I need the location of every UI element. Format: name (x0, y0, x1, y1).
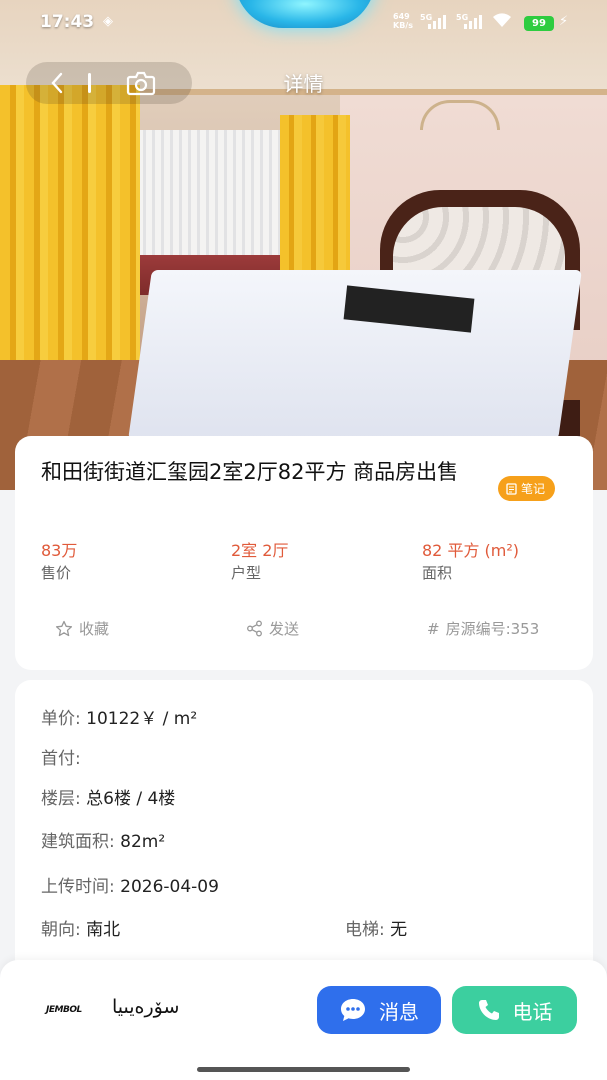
stat-area-label: 面积 (422, 564, 453, 582)
agency-logo: JEMBOL (46, 1005, 82, 1015)
message-button[interactable]: 消息 (317, 986, 441, 1034)
chat-bubble-icon (341, 999, 365, 1021)
status-time: 17:43 (40, 12, 95, 32)
charging-icon: ⚡ (559, 14, 569, 29)
favorite-label: 收藏 (79, 620, 110, 638)
detail-orientation: 朝向: 南北 (41, 915, 120, 940)
battery-icon: 99 (524, 16, 554, 31)
stat-area-value: 82 平方 (m²) (422, 541, 520, 560)
note-icon (506, 482, 517, 495)
detail-down-payment: 首付: (41, 744, 81, 769)
detail-unit-price: 单价: 10122￥ / m² (41, 704, 197, 729)
detail-upload-value: 2026-04-09 (120, 877, 219, 897)
detail-area-label: 建筑面积: (41, 832, 115, 852)
stat-layout-value: 2室 2厅 (231, 541, 289, 560)
share-icon (247, 620, 262, 637)
stat-price: 83万 售价 (41, 540, 77, 584)
call-button[interactable]: 电话 (452, 986, 577, 1034)
share-label: 发送 (269, 620, 300, 638)
stat-price-value: 83万 (41, 541, 78, 560)
stat-layout: 2室 2厅 户型 (231, 540, 288, 584)
net-speed-unit: KB/s (393, 21, 413, 30)
agency-name: سۆرەيىيا (112, 996, 180, 1018)
stat-price-label: 售价 (41, 564, 72, 582)
listing-title: 和田街街道汇玺园2室2厅82平方 商品房出售 (41, 460, 459, 484)
detail-elevator: 电梯: 无 (345, 915, 407, 940)
detail-floor-value: 总6楼 / 4楼 (86, 789, 176, 809)
listing-summary-card: 和田街街道汇玺园2室2厅82平方 商品房出售 笔记 83万 售价 2室 2厅 户… (15, 436, 593, 670)
hash-icon: # (427, 619, 440, 638)
detail-area: 建筑面积: 82m² (41, 827, 165, 852)
note-badge[interactable]: 笔记 (498, 476, 556, 501)
detail-area-value: 82m² (120, 832, 166, 852)
call-button-label: 电话 (512, 999, 553, 1024)
signal-1-icon (428, 15, 446, 29)
detail-elevator-label: 电梯: (345, 920, 385, 940)
detail-orientation-label: 朝向: (41, 920, 81, 940)
app-indicator-icon: ◈ (103, 14, 113, 29)
listing-id-value: 353 (510, 620, 540, 638)
page-title: 详情 (283, 72, 324, 96)
message-button-label: 消息 (379, 999, 419, 1024)
stat-layout-label: 户型 (231, 564, 262, 582)
favorite-button[interactable]: 收藏 (55, 618, 109, 639)
detail-floor-label: 楼层: (41, 789, 81, 809)
bottom-action-bar: JEMBOL سۆرەيىيا 消息 电话 (0, 960, 607, 1080)
listing-id-label: 房源编号: (445, 620, 511, 638)
note-badge-label: 笔记 (521, 482, 546, 496)
detail-floor: 楼层: 总6楼 / 4楼 (41, 784, 175, 809)
signal-2-icon (464, 15, 482, 29)
detail-unit-price-label: 单价: (41, 709, 81, 729)
star-icon (55, 620, 73, 636)
detail-elevator-value: 无 (390, 920, 408, 940)
detail-upload-time: 上传时间: 2026-04-09 (41, 872, 219, 897)
listing-details-card: 单价: 10122￥ / m² 首付: 楼层: 总6楼 / 4楼 建筑面积: 8… (15, 680, 593, 980)
stat-area: 82 平方 (m²) 面积 (422, 540, 519, 584)
detail-unit-price-value: 10122￥ / m² (86, 709, 198, 729)
status-bar: 17:43 ◈ 649 KB/s 5G 5G 99 ⚡ (0, 0, 607, 46)
phone-icon (478, 1000, 499, 1020)
net-speed: 649 KB/s (393, 12, 413, 30)
detail-upload-label: 上传时间: (41, 877, 115, 897)
net-speed-value: 649 (393, 12, 410, 21)
detail-orientation-value: 南北 (86, 920, 121, 940)
home-indicator[interactable] (197, 1067, 410, 1072)
share-button[interactable]: 发送 (246, 618, 299, 639)
wifi-icon (492, 12, 512, 33)
detail-down-payment-label: 首付: (41, 749, 81, 769)
listing-id: # 房源编号:353 (427, 618, 539, 639)
